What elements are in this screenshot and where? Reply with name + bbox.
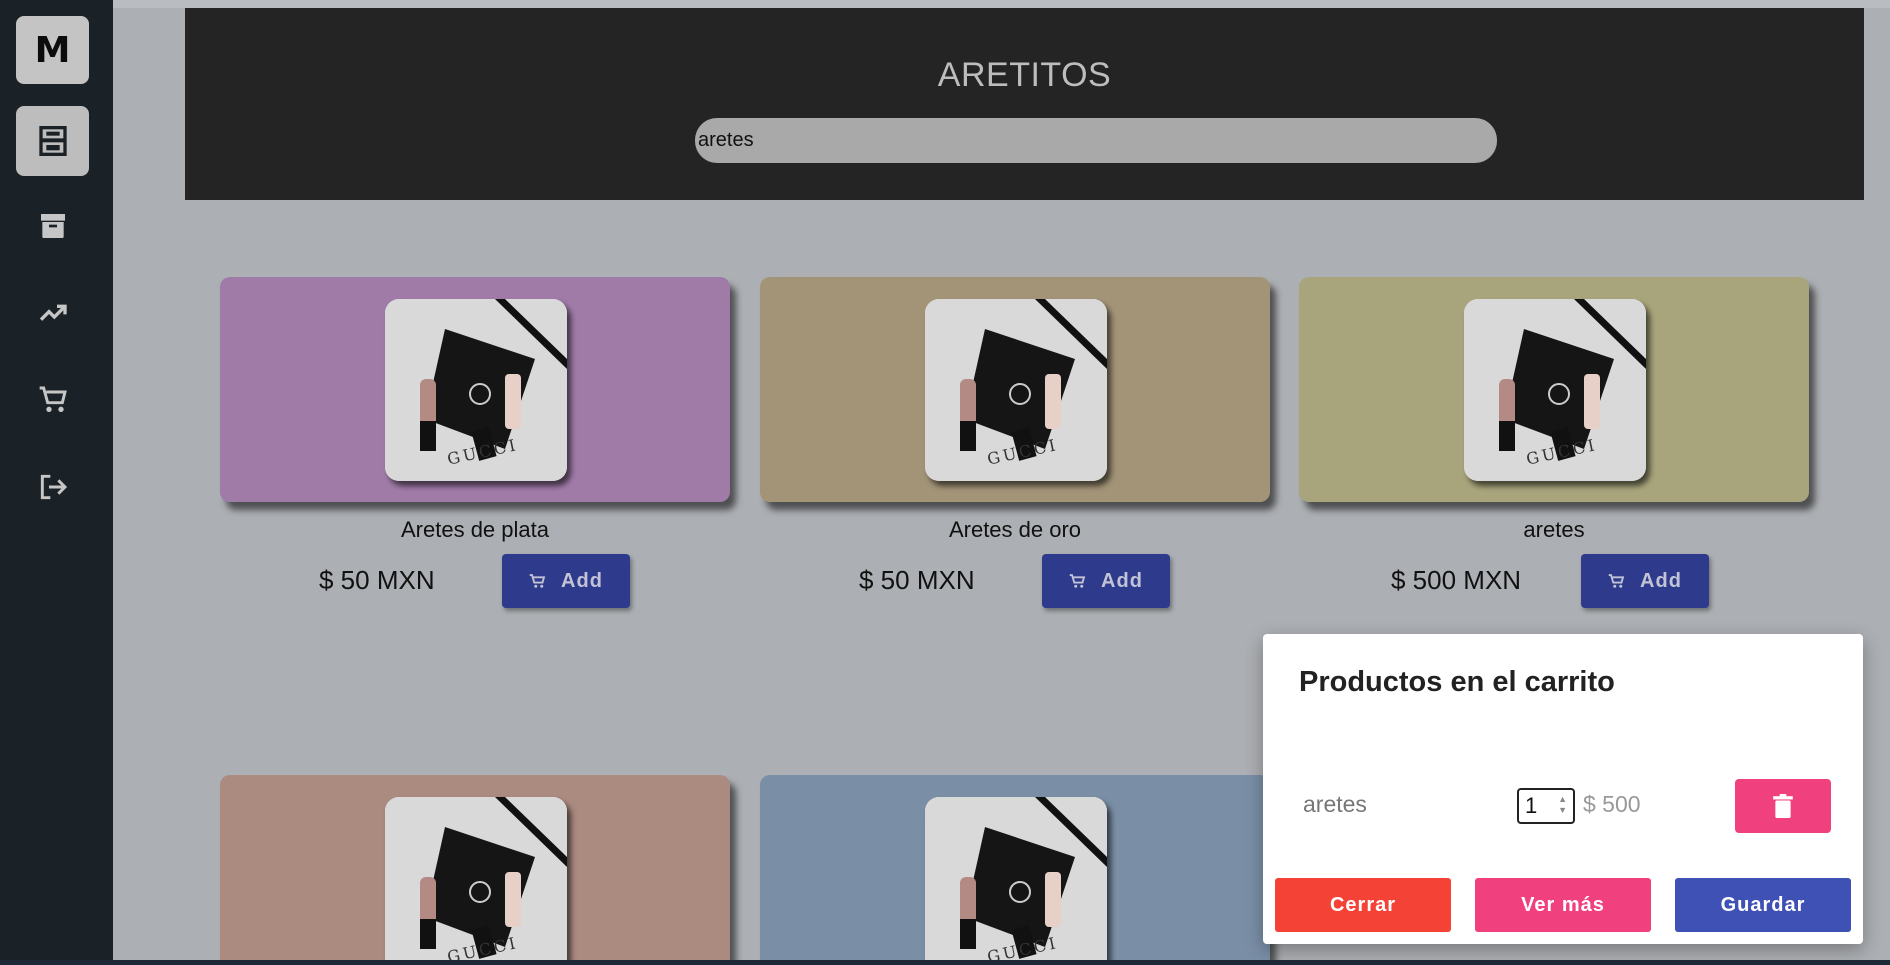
archive-icon (40, 214, 65, 238)
see-more-button[interactable]: Ver más (1475, 878, 1651, 932)
app-logo[interactable]: M (16, 16, 89, 84)
trash-icon (1773, 794, 1793, 818)
sidebar-item-inventory[interactable] (16, 196, 89, 256)
page-header: ARETITOS (185, 8, 1864, 200)
product-image: GUCCI (1464, 299, 1646, 481)
add-button-label: Add (1101, 569, 1143, 592)
product-name: Aretes de oro (948, 517, 1082, 542)
product-price: $ 50 MXN (859, 565, 975, 595)
close-button[interactable]: Cerrar (1275, 878, 1451, 932)
page-title: ARETITOS (937, 56, 1112, 94)
trending-up-icon (39, 304, 67, 321)
add-to-cart-button[interactable]: Add (502, 554, 630, 608)
save-button[interactable]: Guardar (1675, 878, 1851, 932)
logout-icon (40, 474, 67, 500)
quantity-stepper[interactable]: 1 ▲ ▼ (1517, 788, 1575, 824)
product-image: GUCCI (385, 299, 567, 481)
add-to-cart-button[interactable]: Add (1042, 554, 1170, 608)
product-image: GUCCI (385, 797, 567, 960)
sidebar-item-stats[interactable] (16, 283, 89, 343)
cart-dialog: Productos en el carrito aretes 1 ▲ ▼ $ 50… (1263, 634, 1863, 944)
add-to-cart-button[interactable]: Add (1581, 554, 1709, 608)
delete-item-button[interactable] (1735, 779, 1831, 833)
cart-item-price: $ 500 (1583, 791, 1641, 817)
product-name: aretes (1523, 517, 1585, 542)
cart-title: Productos en el carrito (1299, 666, 1615, 698)
storefront-icon (38, 126, 67, 156)
cart-add-icon (1608, 574, 1625, 588)
product-image: GUCCI (925, 299, 1107, 481)
cart-item-name: aretes (1303, 791, 1367, 817)
product-price: $ 50 MXN (319, 565, 435, 595)
search-input[interactable] (695, 118, 1497, 163)
top-strip (113, 0, 1890, 8)
product-price: $ 500 MXN (1391, 565, 1522, 595)
cart-add-icon (1069, 574, 1086, 588)
product-name: Aretes de plata (401, 517, 549, 542)
product-image: GUCCI (925, 797, 1107, 960)
bottom-bar (0, 960, 1890, 965)
cart-icon (39, 386, 67, 412)
quantity-value: 1 (1525, 793, 1538, 818)
cart-add-icon (529, 574, 546, 588)
add-button-label: Add (1640, 569, 1682, 592)
sidebar-item-logout[interactable] (16, 457, 89, 517)
add-button-label: Add (561, 569, 603, 592)
stepper-arrows-icon[interactable]: ▲ ▼ (1558, 794, 1567, 816)
sidebar-item-cart[interactable] (16, 370, 89, 430)
sidebar-item-store[interactable] (16, 106, 89, 176)
sidebar: M (0, 0, 113, 965)
